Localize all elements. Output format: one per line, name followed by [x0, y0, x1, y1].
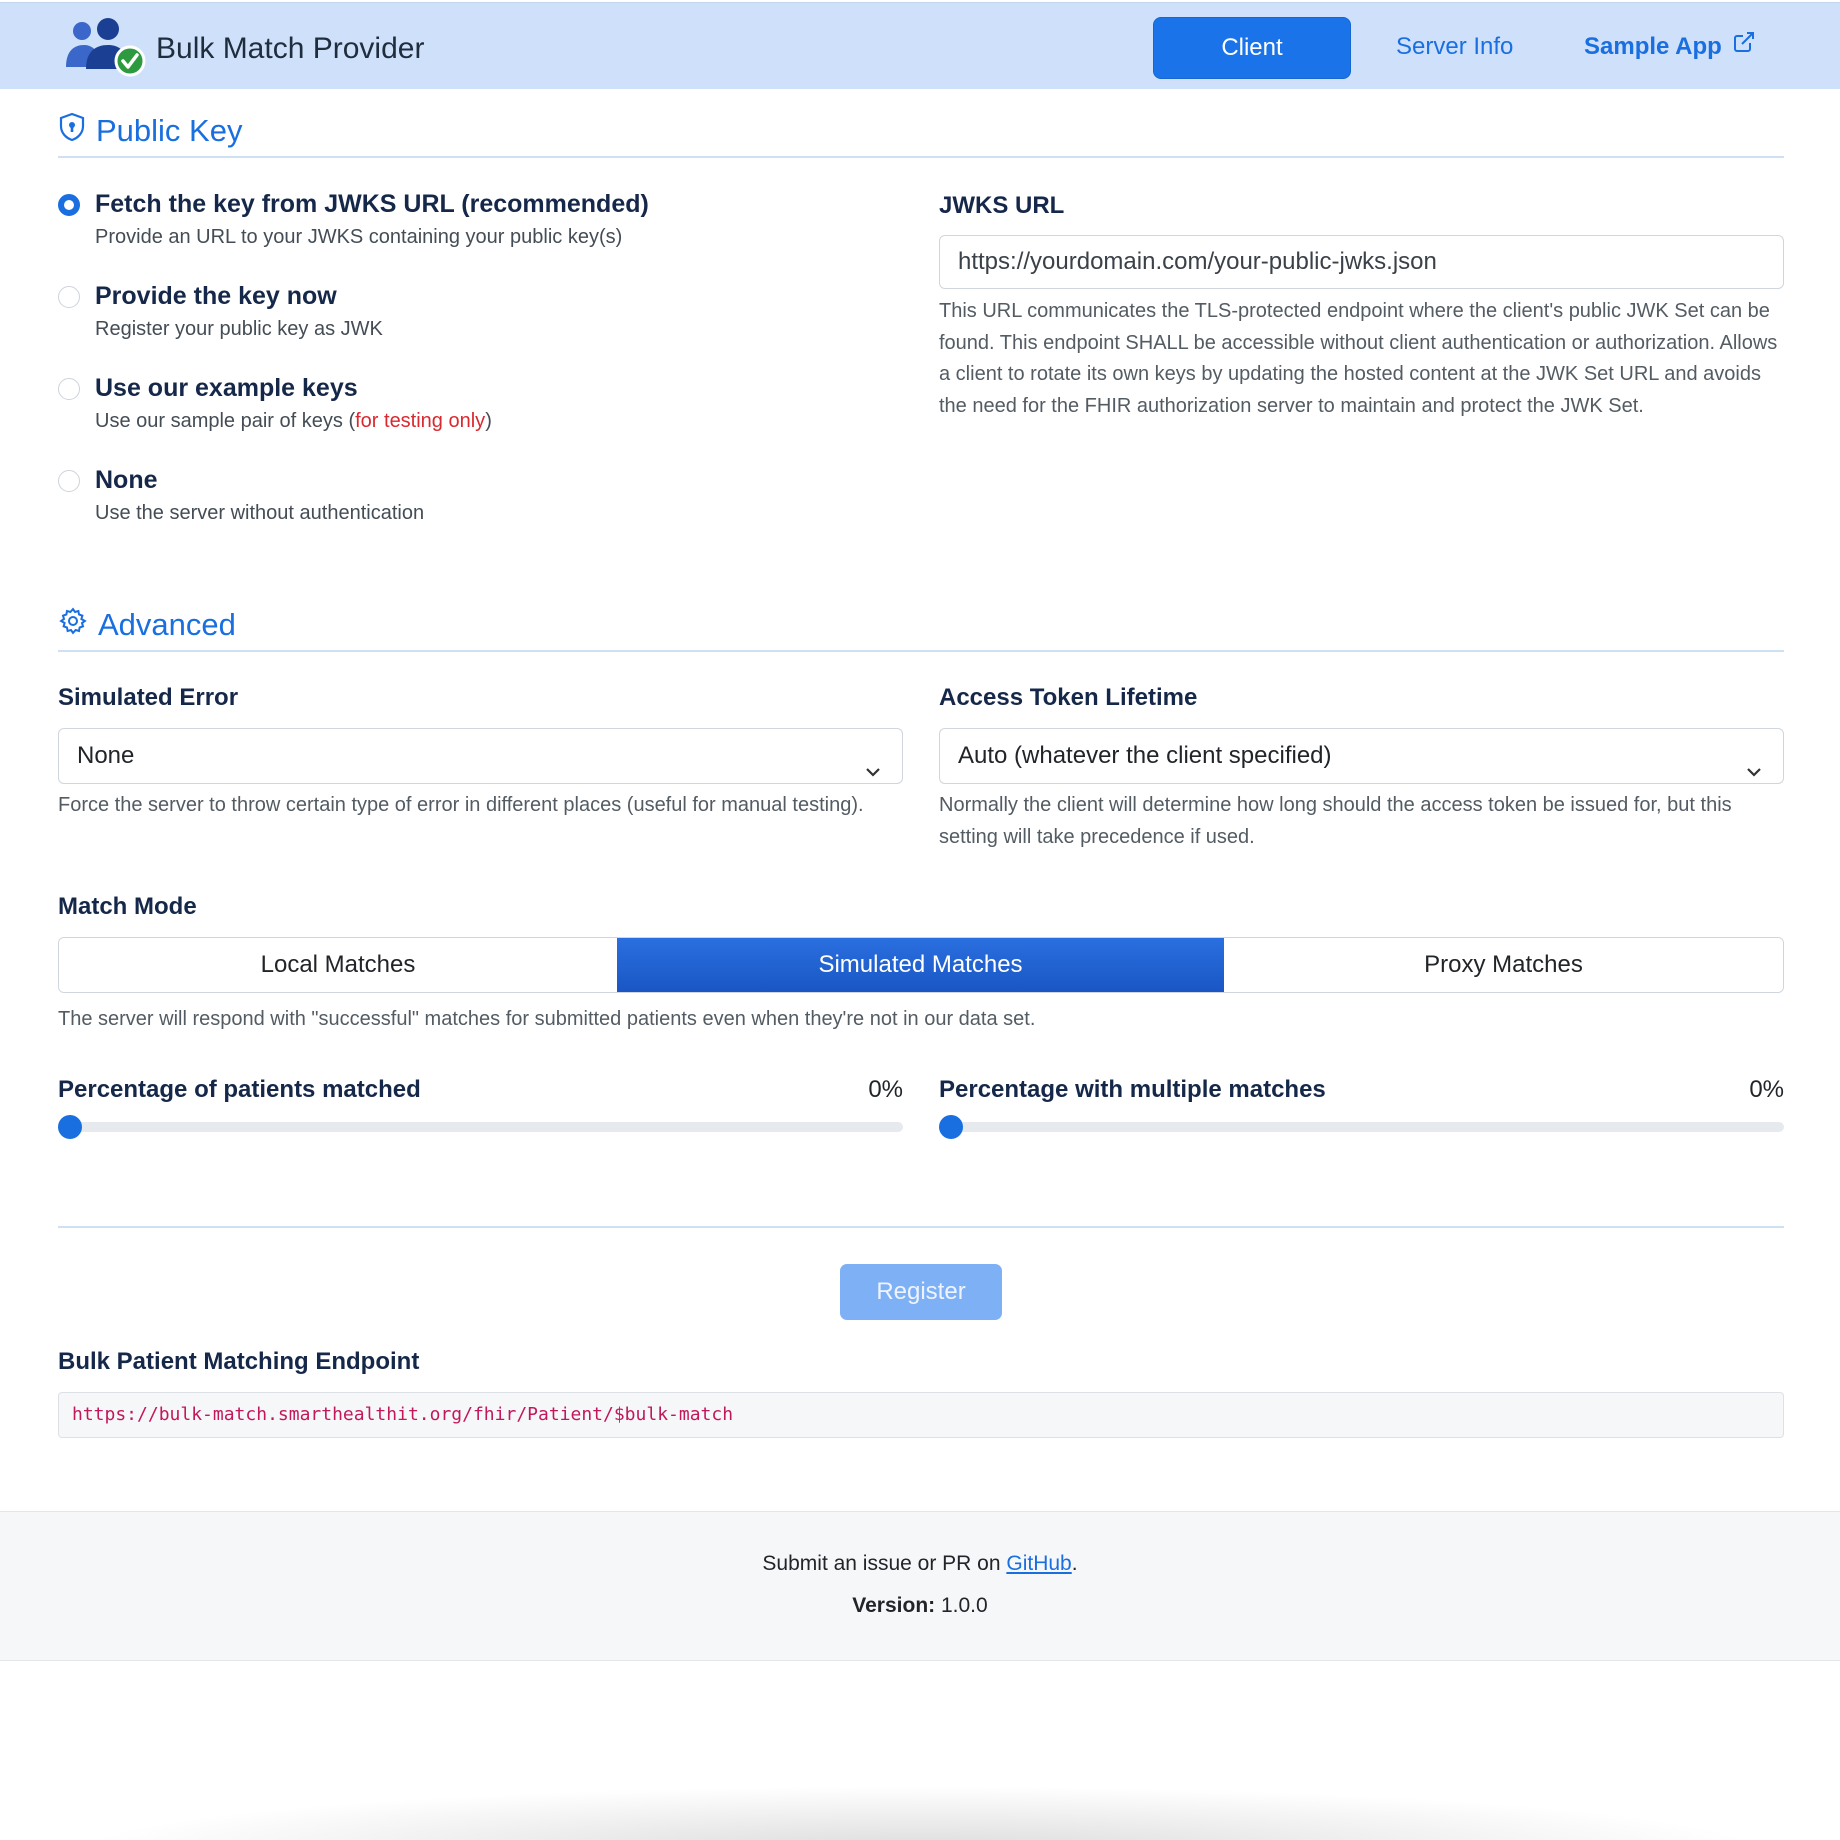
radio-description: Provide an URL to your JWKS containing y…	[95, 226, 623, 248]
radio-label: Use our example keys	[95, 374, 358, 402]
nav-sample-app[interactable]: Sample App	[1584, 17, 1756, 77]
pct-matched-slider-thumb[interactable]	[58, 1115, 82, 1139]
pct-multiple-slider-thumb[interactable]	[939, 1115, 963, 1139]
pct-matched-slider-track[interactable]	[58, 1122, 903, 1132]
github-link[interactable]: GitHub	[1006, 1552, 1071, 1575]
simulated-error-help: Force the server to throw certain type o…	[58, 794, 864, 816]
jwks-url-label: JWKS URL	[939, 192, 1065, 219]
section-title: Advanced	[98, 607, 236, 642]
shield-icon	[58, 112, 86, 150]
endpoint-url: https://bulk-match.smarthealthit.org/fhi…	[58, 1392, 1784, 1438]
footer-issue-text: Submit an issue or PR on GitHub.	[762, 1552, 1078, 1575]
radio-button[interactable]	[58, 470, 80, 492]
radio-label: None	[95, 466, 158, 494]
nav-client-registration[interactable]: Client Registration	[1153, 17, 1351, 121]
radio-label: Fetch the key from JWKS URL (recommended…	[95, 190, 649, 218]
simulated-error-select[interactable]: None	[58, 728, 903, 784]
advanced-heading: Advanced	[58, 600, 1784, 652]
page-bottom-shadow	[0, 1780, 1840, 1840]
version-value: 1.0.0	[935, 1594, 988, 1617]
external-link-icon	[1732, 17, 1756, 77]
form-divider	[58, 1226, 1784, 1228]
match-mode-simulated[interactable]: Simulated Matches	[617, 938, 1224, 992]
token-lifetime-value: Auto (whatever the client specified)	[958, 742, 1332, 769]
match-mode-label: Match Mode	[58, 893, 197, 920]
top-navbar: Bulk Match Provider Client Registration …	[0, 2, 1840, 121]
footer-version: Version: 1.0.0	[0, 1594, 1840, 1618]
users-check-icon	[64, 17, 146, 81]
version-label: Version:	[852, 1594, 936, 1617]
pct-multiple-label: Percentage with multiple matches	[939, 1076, 1326, 1103]
match-mode-local[interactable]: Local Matches	[59, 938, 617, 992]
match-mode-help: The server will respond with "successful…	[58, 1008, 1036, 1030]
radio-description: Use our sample pair of keys (for testing…	[95, 410, 492, 432]
radio-button[interactable]	[58, 378, 80, 400]
pct-matched-label: Percentage of patients matched	[58, 1076, 421, 1103]
pct-multiple-slider-track[interactable]	[939, 1122, 1784, 1132]
app-title: Bulk Match Provider	[156, 32, 425, 65]
simulated-error-label: Simulated Error	[58, 684, 239, 711]
register-button[interactable]: Register	[840, 1264, 1002, 1320]
endpoint-label: Bulk Patient Matching Endpoint	[58, 1348, 420, 1375]
token-lifetime-label: Access Token Lifetime	[939, 684, 1198, 711]
radio-description: Use the server without authentication	[95, 502, 425, 524]
nav-sample-app-label: Sample App	[1584, 33, 1722, 60]
brand[interactable]: Bulk Match Provider	[64, 17, 425, 81]
match-mode-proxy[interactable]: Proxy Matches	[1224, 938, 1783, 992]
pct-matched-value: 0%	[868, 1076, 903, 1103]
radio-button[interactable]	[58, 286, 80, 308]
radio-description: Register your public key as JWK	[95, 318, 383, 340]
jwks-url-help: This URL communicates the TLS-protected …	[939, 300, 1778, 417]
section-title: Public Key	[96, 113, 243, 148]
footer: Submit an issue or PR on GitHub. Version…	[0, 1511, 1840, 1661]
radio-button[interactable]	[58, 194, 80, 216]
public-key-heading: Public Key	[58, 106, 1784, 158]
pct-multiple-value: 0%	[1749, 1076, 1784, 1103]
token-lifetime-select[interactable]: Auto (whatever the client specified)	[939, 728, 1784, 784]
match-mode-selector: Local Matches Simulated Matches Proxy Ma…	[58, 937, 1784, 993]
simulated-error-value: None	[77, 742, 135, 769]
gear-icon	[58, 606, 88, 644]
jwks-url-input[interactable]: https://yourdomain.com/your-public-jwks.…	[939, 235, 1784, 289]
token-lifetime-help: Normally the client will determine how l…	[939, 794, 1732, 848]
nav-server-info[interactable]: Server Info	[1396, 17, 1513, 77]
radio-label: Provide the key now	[95, 282, 337, 310]
